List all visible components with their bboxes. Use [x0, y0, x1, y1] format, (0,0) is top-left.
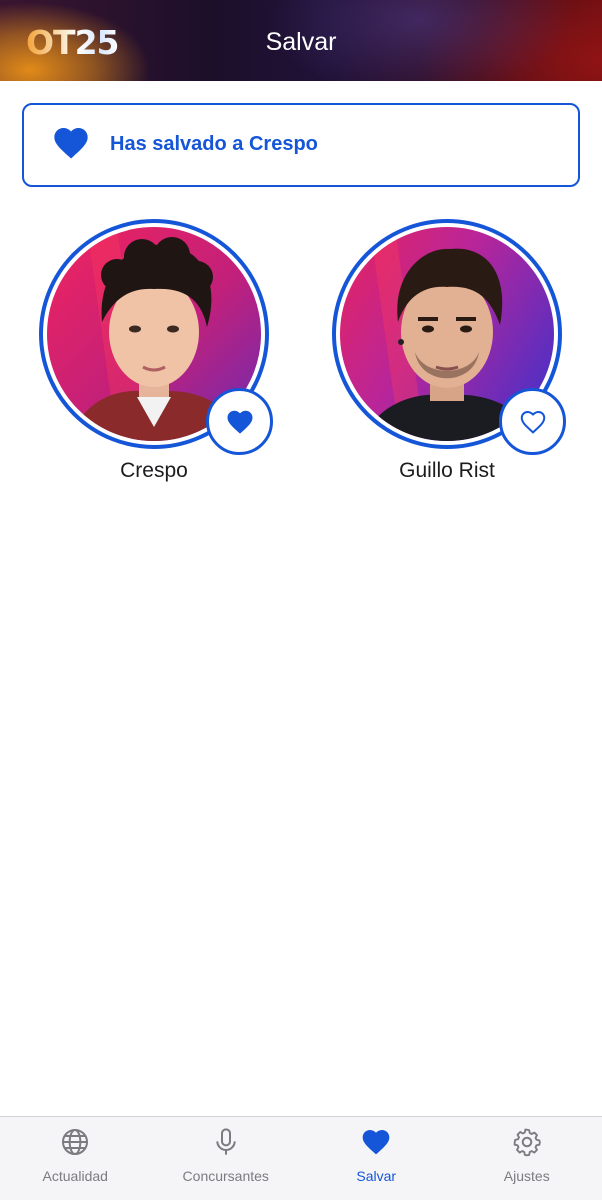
gear-icon	[513, 1128, 541, 1157]
bottom-tab-bar: Actualidad Concursantes Salvar Ajustes	[0, 1116, 602, 1200]
tab-label: Ajustes	[503, 1168, 550, 1184]
tab-concursantes[interactable]: Concursantes	[151, 1117, 302, 1200]
tab-label: Actualidad	[42, 1168, 108, 1184]
page-title: Salvar	[265, 28, 337, 56]
save-heart-button[interactable]	[206, 388, 273, 455]
tab-ajustes[interactable]: Ajustes	[452, 1117, 602, 1200]
contestant-name: Crespo	[120, 459, 188, 482]
contestant-name: Guillo Rist	[399, 459, 495, 482]
save-heart-button[interactable]	[499, 388, 566, 455]
avatar-ring	[39, 219, 273, 455]
avatar-ring	[332, 219, 566, 455]
heart-filled-icon	[362, 1130, 390, 1155]
globe-icon	[62, 1129, 89, 1155]
heart-filled-icon	[227, 410, 252, 434]
tab-label: Salvar	[356, 1168, 397, 1184]
heart-filled-icon	[54, 128, 88, 159]
top-header: OT25 Salvar	[0, 0, 602, 81]
contestant-card-crespo[interactable]: Crespo	[39, 219, 273, 483]
heart-outline-icon	[520, 410, 545, 434]
microphone-icon	[216, 1128, 236, 1155]
saved-confirmation-banner: Has salvado a Crespo	[22, 103, 580, 187]
app-screen: OT25 Salvar Has salvado a Crespo Crespo …	[0, 0, 602, 1200]
tab-label: Concursantes	[182, 1168, 269, 1184]
tab-actualidad[interactable]: Actualidad	[0, 1117, 151, 1200]
tab-salvar[interactable]: Salvar	[301, 1117, 452, 1200]
banner-message: Has salvado a Crespo	[110, 133, 318, 155]
contestant-card-guillo-rist[interactable]: Guillo Rist	[332, 219, 566, 483]
